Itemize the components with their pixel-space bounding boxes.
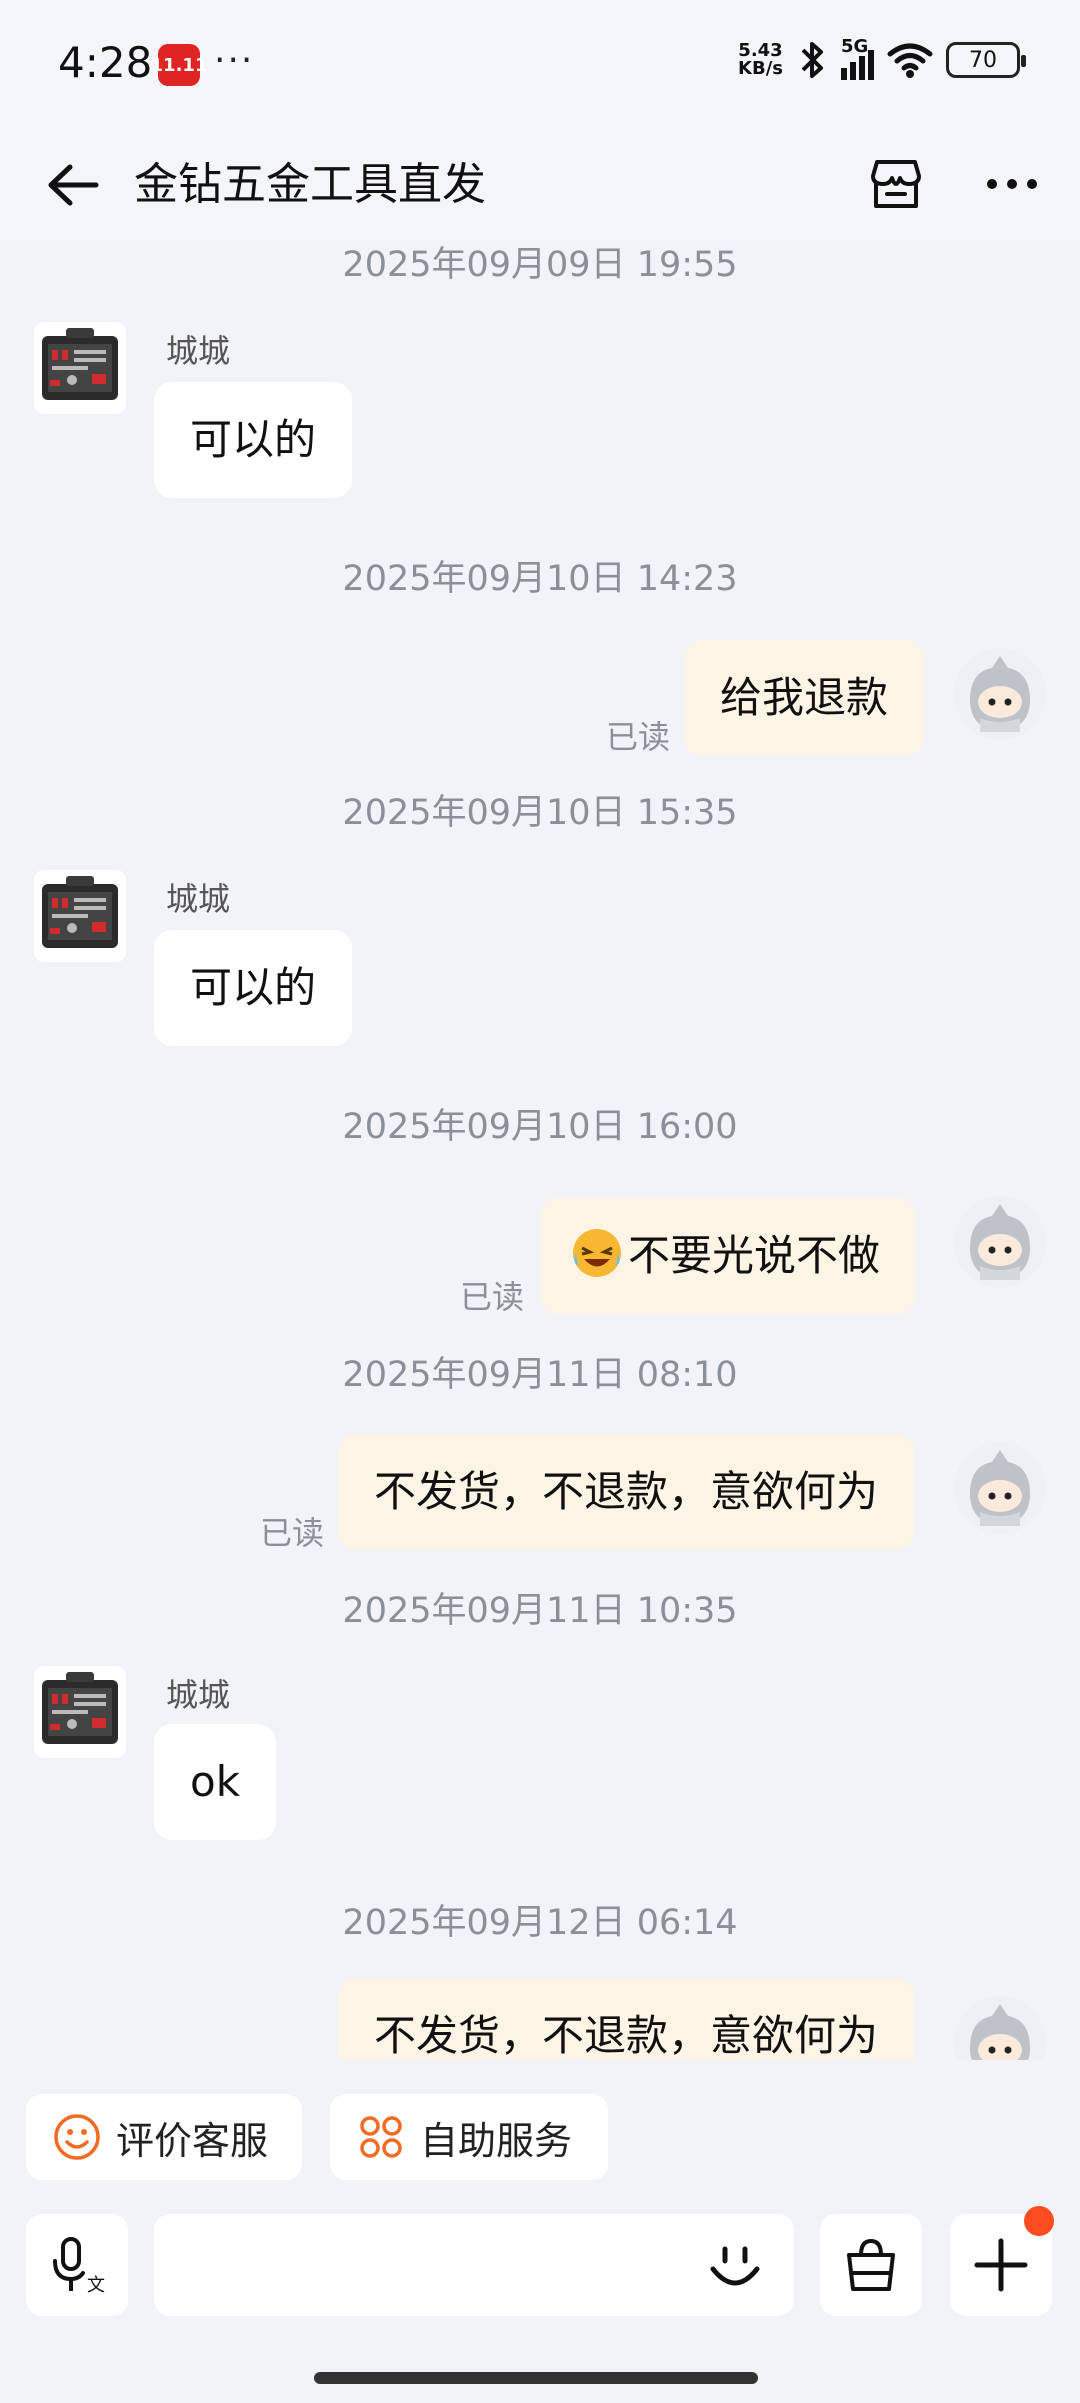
- smile-face-icon: [710, 2246, 760, 2286]
- message-timestamp: 2025年09月11日 08:10: [342, 1355, 738, 1395]
- battery-indicator: 70: [946, 42, 1026, 78]
- arrow-left-icon: [48, 164, 99, 206]
- cellular-signal: 5G: [841, 36, 874, 80]
- toolbox-icon: [42, 328, 118, 400]
- network-type: 5G: [841, 36, 869, 57]
- read-receipt: 已读: [460, 1278, 525, 1316]
- message-timestamp: 2025年09月10日 14:23: [342, 559, 738, 599]
- notification-dot: [1024, 2206, 1054, 2236]
- outgoing-message-bubble[interactable]: 给我退款: [684, 640, 925, 756]
- more-horizontal-icon: [987, 179, 1037, 189]
- plus-icon: [974, 2238, 1028, 2292]
- network-speed-unit: KB/s: [738, 58, 783, 79]
- message-clip-area: 不发货，不退款，意欲何为 已读: [0, 1960, 1080, 2060]
- battery-level: 70: [969, 47, 997, 73]
- rate-service-label: 评价客服: [116, 2118, 269, 2163]
- status-icons: 5.43 KB/s 5G 70: [738, 36, 1026, 80]
- self-service-button[interactable]: 自助服务: [330, 2094, 608, 2180]
- microphone-translate-icon: 文: [53, 2237, 105, 2296]
- message-timestamp: 2025年09月10日 16:00: [342, 1107, 738, 1147]
- shop-avatar[interactable]: [34, 870, 126, 962]
- incoming-message-bubble[interactable]: 可以的: [154, 382, 353, 498]
- user-avatar[interactable]: [954, 1196, 1046, 1288]
- shopping-bag-icon: [847, 2238, 895, 2291]
- input-bar: 文: [0, 2196, 1080, 2346]
- sender-name: 城城: [166, 880, 231, 918]
- outgoing-message-text: 不要光说不做: [628, 1231, 881, 1280]
- self-service-icon: [360, 2116, 402, 2158]
- toolbox-icon: [42, 876, 118, 948]
- emoji-button[interactable]: [690, 2220, 780, 2310]
- message-timestamp: 2025年09月11日 10:35: [342, 1591, 738, 1631]
- read-receipt: 已读: [606, 718, 671, 756]
- message-timestamp: 2025年09月09日 19:55: [342, 245, 738, 285]
- ninja-avatar-icon: [970, 2004, 1030, 2060]
- ninja-avatar-icon: [970, 1204, 1030, 1280]
- message-timestamp: 2025年09月10日 15:35: [342, 793, 738, 833]
- more-options-button[interactable]: [976, 148, 1048, 220]
- shop-title: 金钻五金工具直发: [134, 159, 486, 210]
- rate-service-button[interactable]: 评价客服: [26, 2094, 302, 2180]
- store-icon: [871, 160, 921, 208]
- shopping-bag-button[interactable]: [820, 2214, 922, 2316]
- sender-name: 城城: [166, 1676, 231, 1714]
- self-service-label: 自助服务: [420, 2118, 573, 2163]
- home-indicator[interactable]: [314, 2372, 758, 2384]
- app-notification-icon: 11.11: [151, 44, 207, 86]
- read-receipt: 已读: [260, 2052, 324, 2060]
- read-receipt: 已读: [260, 1514, 325, 1552]
- smiley-icon: [54, 2114, 100, 2160]
- more-notifications-icon: ···: [214, 40, 255, 81]
- shop-avatar[interactable]: [34, 322, 126, 414]
- back-button[interactable]: [38, 150, 108, 220]
- message-timestamp: 2025年09月12日 06:14: [342, 1903, 738, 1943]
- wifi-icon: [887, 43, 933, 78]
- sender-name: 城城: [166, 332, 231, 370]
- shop-avatar[interactable]: [34, 1666, 126, 1758]
- outgoing-message-bubble[interactable]: 不发货，不退款，意欲何为: [338, 1978, 915, 2060]
- network-speed: 5.43 KB/s: [738, 42, 783, 78]
- status-time: 4:28: [58, 38, 153, 87]
- voice-input-button[interactable]: 文: [26, 2214, 128, 2316]
- incoming-message-bubble[interactable]: ok: [154, 1724, 277, 1840]
- outgoing-message-bubble[interactable]: 不要光说不做: [540, 1198, 917, 1314]
- toolbox-icon: [42, 1672, 118, 1744]
- ninja-avatar-icon: [970, 1450, 1030, 1526]
- app-badge-text: 11.11: [150, 54, 208, 76]
- more-actions-button[interactable]: [950, 2206, 1054, 2316]
- svg-text:文: 文: [87, 2275, 105, 2296]
- incoming-message-bubble[interactable]: 可以的: [154, 930, 353, 1046]
- chat-header: 金钻五金工具直发: [0, 130, 1080, 240]
- laughing-crying-emoji-icon: [573, 1229, 621, 1277]
- bluetooth-icon: [801, 42, 823, 78]
- ninja-avatar-icon: [970, 656, 1030, 732]
- status-bar: 4:28 11.11 ··· 5.43 KB/s 5G 70: [0, 0, 1080, 130]
- store-button[interactable]: [860, 148, 932, 220]
- outgoing-message-bubble[interactable]: 不发货，不退款，意欲何为: [338, 1434, 915, 1550]
- user-avatar[interactable]: [954, 1442, 1046, 1534]
- user-avatar[interactable]: [954, 648, 1046, 740]
- user-avatar[interactable]: [954, 1996, 1046, 2060]
